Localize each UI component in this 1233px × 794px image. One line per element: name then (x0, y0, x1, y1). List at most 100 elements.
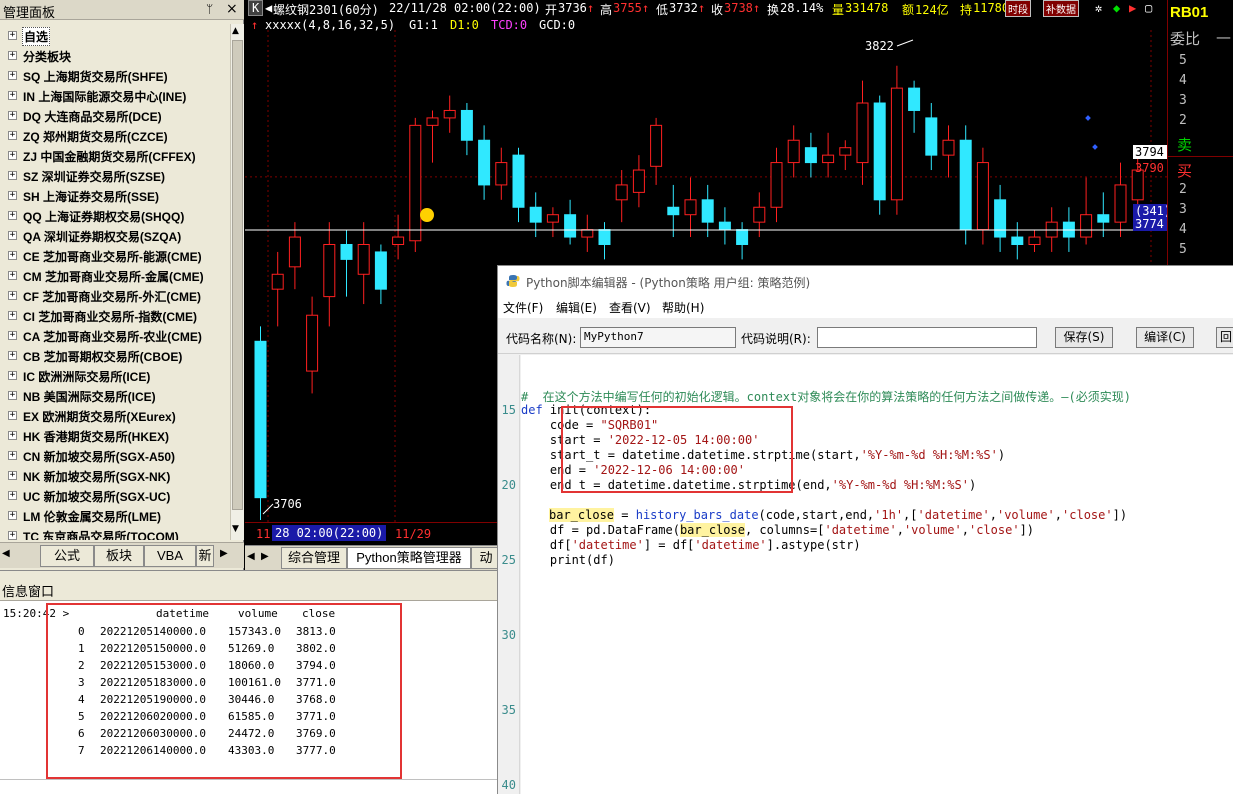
tree-item[interactable]: + DQ 大连商品交易所(DCE) (0, 106, 230, 126)
code-text: , (989, 508, 997, 522)
menu-view[interactable]: 查看(V) (609, 299, 651, 316)
expand-icon[interactable]: + (8, 51, 17, 60)
scroll-up-icon[interactable]: ▲ (232, 26, 239, 36)
tree-item[interactable]: + SH 上海证券交易所(SSE) (0, 186, 230, 206)
expand-icon[interactable]: + (8, 111, 17, 120)
expand-icon[interactable]: + (8, 391, 17, 400)
flag-icon[interactable]: ▶ (1129, 1, 1136, 15)
tree-item[interactable]: + IN 上海国际能源交易中心(INE) (0, 86, 230, 106)
menu-file[interactable]: 文件(F) (503, 299, 543, 316)
k-badge[interactable]: K (248, 0, 264, 16)
tree-scrollbar[interactable]: ▲ ▼ (230, 24, 244, 540)
code-name-input[interactable]: MyPython7 (580, 327, 736, 348)
bid-level: 3 (1179, 202, 1187, 217)
compile-button[interactable]: 编译(C) (1136, 327, 1194, 348)
expand-icon[interactable]: + (8, 411, 17, 420)
expand-icon[interactable]: + (8, 511, 17, 520)
save-button[interactable]: 保存(S) (1055, 327, 1113, 348)
scroll-thumb[interactable] (232, 40, 243, 510)
expand-icon[interactable]: + (8, 471, 17, 480)
line-number: 30 (501, 628, 516, 642)
tree-item[interactable]: + CI 芝加哥商业交易所-指数(CME) (0, 306, 230, 326)
expand-icon[interactable]: + (8, 91, 17, 100)
expand-icon[interactable]: + (8, 71, 17, 80)
candle-body (546, 214, 559, 223)
expand-icon[interactable]: + (8, 291, 17, 300)
tab-general-management[interactable]: 综合管理 (281, 547, 347, 569)
indicator-arrow-icon[interactable]: ↑ (251, 18, 258, 32)
tab-right-arrow-icon[interactable]: ▶ (220, 548, 228, 559)
tree-item[interactable]: + SQ 上海期货交易所(SHFE) (0, 66, 230, 86)
candle-body (374, 251, 387, 290)
candle-body (495, 162, 508, 186)
expand-icon[interactable]: + (8, 171, 17, 180)
tab-python-strategy-manager[interactable]: Python策略管理器 (347, 547, 471, 569)
tree-item[interactable]: + ZQ 郑州期货交易所(CZCE) (0, 126, 230, 146)
tree-item[interactable]: + 分类板块 (0, 46, 230, 66)
window-icon[interactable]: ▢ (1145, 1, 1152, 15)
tab-new[interactable]: 新 (196, 545, 214, 567)
tree-item[interactable]: + TC 东京商品交易所(TOCOM) (0, 526, 230, 540)
tree-item[interactable]: + EX 欧洲期货交易所(XEurex) (0, 406, 230, 426)
expand-icon[interactable]: + (8, 451, 17, 460)
tree-item[interactable]: + NK 新加坡交易所(SGX-NK) (0, 466, 230, 486)
fill-data-button[interactable]: 补数据 (1043, 0, 1079, 17)
tab-vba[interactable]: VBA (144, 545, 196, 567)
tree-item[interactable]: + SZ 深圳证券交易所(SZSE) (0, 166, 230, 186)
tab-left-arrow-icon[interactable]: ◀ (2, 548, 10, 559)
tab-right-arrow-icon[interactable]: ▶ (261, 551, 269, 562)
open-value: 3736 (558, 1, 587, 15)
return-button[interactable]: 回 (1216, 327, 1233, 348)
period-button[interactable]: 时段 (1005, 0, 1031, 17)
pin-icon[interactable]: ᛘ (206, 2, 213, 16)
code-desc-input[interactable] (817, 327, 1037, 348)
tree-item[interactable]: + CN 新加坡交易所(SGX-A50) (0, 446, 230, 466)
expand-icon[interactable]: + (8, 491, 17, 500)
expand-icon[interactable]: + (8, 31, 17, 40)
tree-item[interactable]: + CA 芝加哥商业交易所-农业(CME) (0, 326, 230, 346)
left-arrow-icon[interactable]: ◀ (265, 1, 272, 15)
expand-icon[interactable]: + (8, 151, 17, 160)
expand-icon[interactable]: + (8, 191, 17, 200)
expand-icon[interactable]: + (8, 251, 17, 260)
expand-icon[interactable]: + (8, 211, 17, 220)
tree-item[interactable]: + UC 新加坡交易所(SGX-UC) (0, 486, 230, 506)
code-line-df: df = pd.DataFrame(bar_close, columns=['d… (521, 523, 1034, 537)
tab-sector[interactable]: 板块 (94, 545, 144, 567)
close-icon[interactable]: × (226, 1, 238, 17)
expand-icon[interactable]: + (8, 371, 17, 380)
gear-icon[interactable]: ✲ (1095, 1, 1102, 15)
tree-item[interactable]: + NB 美国洲际交易所(ICE) (0, 386, 230, 406)
code-text: , (1054, 508, 1063, 522)
expand-icon[interactable]: + (8, 271, 17, 280)
code-editor[interactable]: # 在这个方法中编写任何的初始化逻辑。context对象将会在你的算法策略的任何… (521, 355, 1233, 794)
tree-item[interactable]: + LM 伦敦金属交易所(LME) (0, 506, 230, 526)
bid-level: 2 (1179, 182, 1187, 197)
tree-item[interactable]: + QA 深圳证券期权交易(SZQA) (0, 226, 230, 246)
tab-formula[interactable]: 公式 (40, 545, 94, 567)
menu-help[interactable]: 帮助(H) (662, 299, 704, 316)
diamond-icon[interactable]: ◆ (1113, 1, 1120, 15)
order-book-divider (1168, 156, 1233, 157)
expand-icon[interactable]: + (8, 331, 17, 340)
expand-icon[interactable]: + (8, 351, 17, 360)
tree-item[interactable]: + CF 芝加哥商业交易所-外汇(CME) (0, 286, 230, 306)
scroll-down-icon[interactable]: ▼ (232, 524, 239, 534)
menu-edit[interactable]: 编辑(E) (556, 299, 597, 316)
tree-item[interactable]: + IC 欧洲洲际交易所(ICE) (0, 366, 230, 386)
tree-item[interactable]: + 自选 (0, 26, 230, 46)
tree-item[interactable]: + CB 芝加哥期权交易所(CBOE) (0, 346, 230, 366)
tree-item[interactable]: + HK 香港期货交易所(HKEX) (0, 426, 230, 446)
tab-left-arrow-icon[interactable]: ◀ (247, 551, 255, 562)
expand-icon[interactable]: + (8, 531, 17, 540)
code-text: (code,start,end, (758, 508, 875, 522)
expand-icon[interactable]: + (8, 311, 17, 320)
expand-icon[interactable]: + (8, 131, 17, 140)
tree-item[interactable]: + ZJ 中国金融期货交易所(CFFEX) (0, 146, 230, 166)
expand-icon[interactable]: + (8, 431, 17, 440)
tree-item[interactable]: + CM 芝加哥商业交易所-金属(CME) (0, 266, 230, 286)
tree-item[interactable]: + CE 芝加哥商业交易所-能源(CME) (0, 246, 230, 266)
tree-item-label: DQ 大连商品交易所(DCE) (23, 110, 162, 124)
expand-icon[interactable]: + (8, 231, 17, 240)
tree-item[interactable]: + QQ 上海证券期权交易(SHQQ) (0, 206, 230, 226)
